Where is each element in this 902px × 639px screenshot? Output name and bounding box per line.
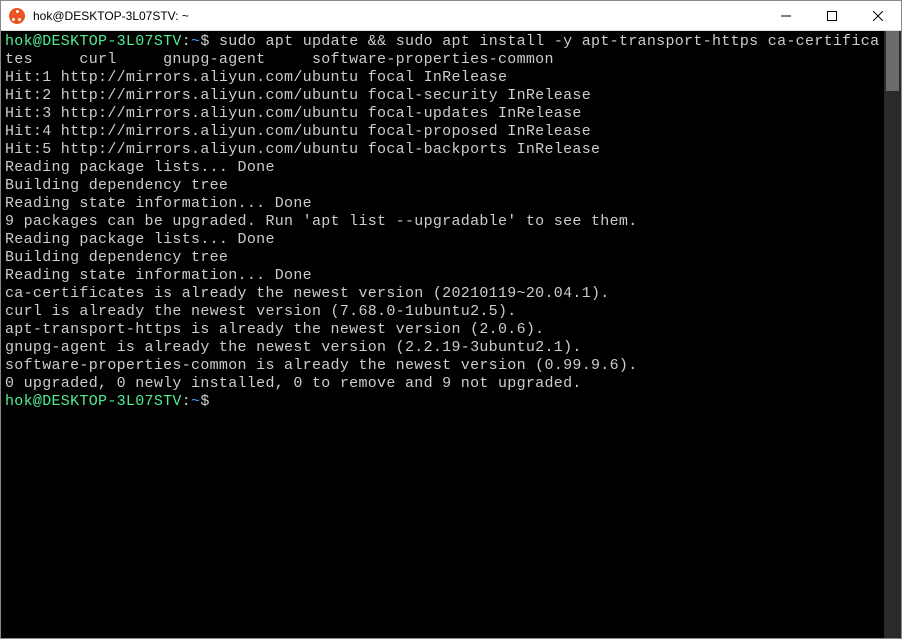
maximize-button[interactable] [809, 1, 855, 30]
window-controls [763, 1, 901, 30]
output-line: apt-transport-https is already the newes… [5, 321, 544, 338]
output-line: software-properties-common is already th… [5, 357, 638, 374]
output-line: gnupg-agent is already the newest versio… [5, 339, 582, 356]
terminal-window: hok@DESKTOP-3L07STV: ~ hok@DESKTOP-3L07S… [0, 0, 902, 639]
scrollbar[interactable] [884, 31, 901, 638]
output-line: Hit:4 http://mirrors.aliyun.com/ubuntu f… [5, 123, 591, 140]
output-line: Building dependency tree [5, 177, 228, 194]
output-line: ca-certificates is already the newest ve… [5, 285, 610, 302]
output-line: Reading state information... Done [5, 267, 312, 284]
prompt-path: ~ [191, 33, 200, 50]
ubuntu-icon [9, 8, 25, 24]
terminal-content[interactable]: hok@DESKTOP-3L07STV:~$ sudo apt update &… [1, 31, 884, 638]
prompt-sep: : [182, 393, 191, 410]
close-button[interactable] [855, 1, 901, 30]
window-title: hok@DESKTOP-3L07STV: ~ [33, 9, 763, 23]
output-line: Hit:1 http://mirrors.aliyun.com/ubuntu f… [5, 69, 507, 86]
titlebar[interactable]: hok@DESKTOP-3L07STV: ~ [1, 1, 901, 31]
terminal-area: hok@DESKTOP-3L07STV:~$ sudo apt update &… [1, 31, 901, 638]
output-line: Hit:3 http://mirrors.aliyun.com/ubuntu f… [5, 105, 582, 122]
output-line: curl is already the newest version (7.68… [5, 303, 517, 320]
output-line: 0 upgraded, 0 newly installed, 0 to remo… [5, 375, 582, 392]
output-line: Reading package lists... Done [5, 159, 275, 176]
prompt-user-host: hok@DESKTOP-3L07STV [5, 393, 182, 410]
output-line: Building dependency tree [5, 249, 228, 266]
output-line: Hit:5 http://mirrors.aliyun.com/ubuntu f… [5, 141, 600, 158]
prompt-symbol: $ [200, 33, 209, 50]
output-line: 9 packages can be upgraded. Run 'apt lis… [5, 213, 638, 230]
minimize-button[interactable] [763, 1, 809, 30]
prompt-user-host: hok@DESKTOP-3L07STV [5, 33, 182, 50]
prompt-sep: : [182, 33, 191, 50]
output-line: Reading state information... Done [5, 195, 312, 212]
prompt-path: ~ [191, 393, 200, 410]
prompt-symbol: $ [200, 393, 209, 410]
output-line: Reading package lists... Done [5, 231, 275, 248]
output-line: Hit:2 http://mirrors.aliyun.com/ubuntu f… [5, 87, 591, 104]
scrollbar-thumb[interactable] [886, 31, 899, 91]
